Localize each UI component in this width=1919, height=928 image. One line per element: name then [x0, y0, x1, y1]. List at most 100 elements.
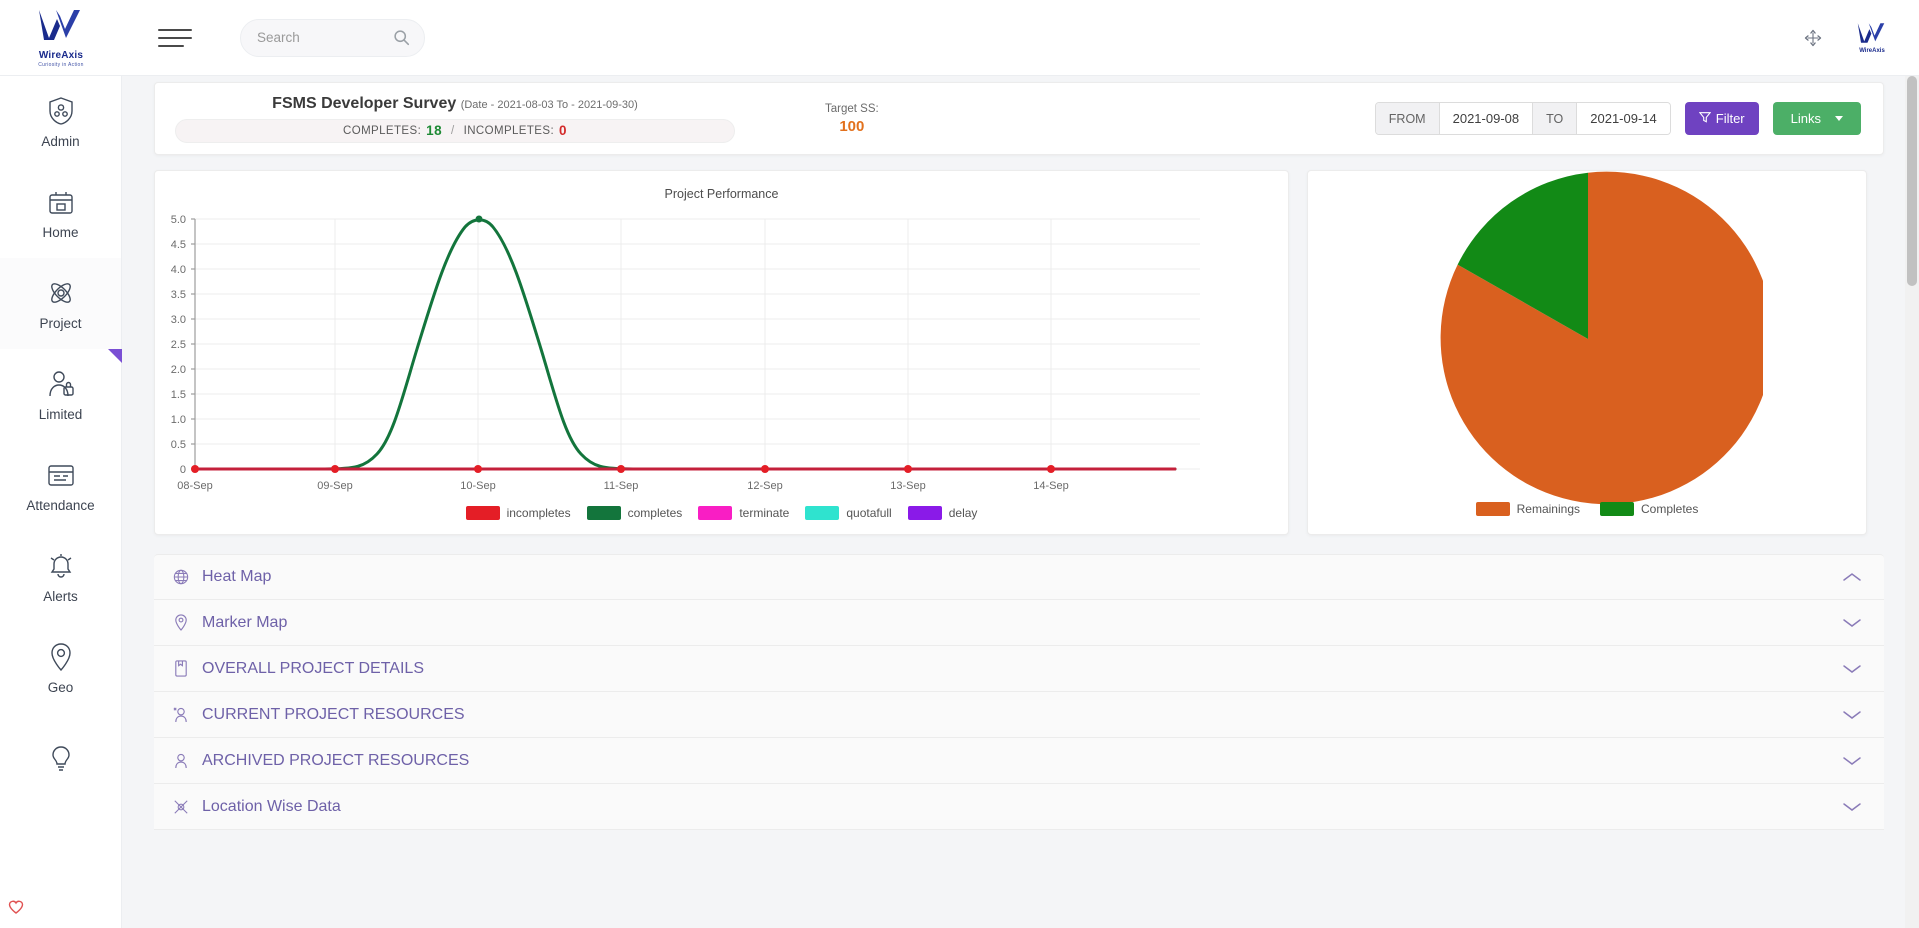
- sections-accordion: Heat Map Marker Map: [154, 554, 1884, 830]
- sidebar-item-home[interactable]: Home: [0, 167, 121, 258]
- completes-value: 18: [426, 123, 442, 138]
- sidebar-item-label: Attendance: [26, 498, 94, 513]
- completes-label: COMPLETES:: [343, 125, 421, 137]
- globe-icon: [172, 569, 190, 585]
- wireaxis-w-icon: [36, 8, 86, 42]
- from-date-input[interactable]: 2021-09-08: [1440, 103, 1534, 134]
- menu-toggle-button[interactable]: [158, 25, 192, 51]
- legend-item-remainings[interactable]: Remainings: [1476, 502, 1580, 516]
- svg-text:4.5: 4.5: [171, 239, 186, 251]
- accordion-item-label: OVERALL PROJECT DETAILS: [202, 660, 424, 678]
- svg-text:4.0: 4.0: [171, 264, 186, 276]
- accordion-item-archived-project-resources[interactable]: ARCHIVED PROJECT RESOURCES: [154, 738, 1884, 784]
- legend-swatch-icon: [698, 506, 732, 520]
- chevron-down-icon[interactable]: [1842, 755, 1862, 767]
- incompletes-label: INCOMPLETES:: [464, 125, 554, 137]
- sidebar-item-limited[interactable]: Limited: [0, 349, 121, 440]
- sidebar-item-admin[interactable]: Admin: [0, 76, 121, 167]
- document-icon: [172, 660, 190, 677]
- sidebar-item-alerts[interactable]: Alerts: [0, 531, 121, 622]
- chevron-down-icon[interactable]: [1842, 709, 1862, 721]
- lamp-icon: [49, 743, 73, 775]
- legend-item-quotafull[interactable]: quotafull: [805, 506, 891, 520]
- line-chart-svg: 5.04.5 4.03.5 3.02.5 2.01.5 1.00.5 0: [155, 199, 1290, 499]
- svg-text:0: 0: [180, 464, 186, 476]
- incompletes-value: 0: [559, 123, 567, 138]
- sidebar-item-label: Geo: [48, 680, 74, 695]
- counts-separator: /: [451, 125, 455, 137]
- svg-text:2.5: 2.5: [171, 339, 186, 351]
- legend-item-completes[interactable]: Completes: [1600, 502, 1698, 516]
- target-ss-label: Target SS:: [825, 103, 879, 115]
- filter-button[interactable]: Filter: [1685, 102, 1759, 135]
- links-button-label: Links: [1791, 111, 1821, 126]
- user-icon: [172, 752, 190, 769]
- accordion-item-marker-map[interactable]: Marker Map: [154, 600, 1884, 646]
- sidebar-item-label: Limited: [39, 407, 83, 422]
- legend-label: Remainings: [1517, 502, 1580, 516]
- accordion-item-label: CURRENT PROJECT RESOURCES: [202, 706, 465, 724]
- page-scrollbar[interactable]: [1905, 76, 1919, 928]
- svg-text:0.5: 0.5: [171, 439, 186, 451]
- chevron-up-icon[interactable]: [1842, 571, 1862, 583]
- expand-fullscreen-icon[interactable]: [1803, 28, 1823, 48]
- sidebar-item-attendance[interactable]: Attendance: [0, 440, 121, 531]
- completes-point: [476, 216, 483, 223]
- legend-item-terminate[interactable]: terminate: [698, 506, 789, 520]
- svg-text:08-Sep: 08-Sep: [177, 480, 212, 492]
- hamburger-bar: [158, 37, 192, 39]
- search-box[interactable]: [240, 19, 425, 57]
- sidebar-item-geo[interactable]: Geo: [0, 622, 121, 713]
- logo-tagline: Curiosity in Action: [38, 62, 83, 68]
- sidebar-item-survey[interactable]: [0, 713, 121, 804]
- legend-swatch-icon: [1600, 502, 1634, 516]
- legend-swatch-icon: [587, 506, 621, 520]
- user-lock-icon: [47, 368, 75, 400]
- date-range-picker[interactable]: FROM 2021-09-08 TO 2021-09-14: [1375, 102, 1671, 135]
- legend-item-completes[interactable]: completes: [587, 506, 683, 520]
- accordion-item-current-project-resources[interactable]: CURRENT PROJECT RESOURCES: [154, 692, 1884, 738]
- legend-label: quotafull: [846, 506, 891, 520]
- accordion-item-label: Location Wise Data: [202, 798, 341, 816]
- accordion-item-overall-project-details[interactable]: OVERALL PROJECT DETAILS: [154, 646, 1884, 692]
- project-date-range: (Date - 2021-08-03 To - 2021-09-30): [461, 99, 638, 111]
- chevron-down-icon[interactable]: [1842, 663, 1862, 675]
- map-pin-icon: [49, 641, 73, 673]
- chevron-down-icon[interactable]: [1842, 801, 1862, 813]
- logo-name: WireAxis: [39, 50, 83, 61]
- links-dropdown-button[interactable]: Links: [1773, 102, 1861, 135]
- hamburger-bar: [158, 29, 192, 31]
- page-title: FSMS Developer Survey (Date - 2021-08-03…: [272, 95, 638, 113]
- accordion-item-location-wise-data[interactable]: Location Wise Data: [154, 784, 1884, 830]
- accordion-item-heat-map[interactable]: Heat Map: [154, 554, 1884, 600]
- legend-item-delay[interactable]: delay: [908, 506, 978, 520]
- user-brand-avatar[interactable]: WireAxis: [1855, 22, 1889, 54]
- sidebar-item-project[interactable]: Project: [0, 258, 121, 349]
- filter-controls: FROM 2021-09-08 TO 2021-09-14 Filter Lin…: [1375, 102, 1883, 135]
- legend-label: terminate: [739, 506, 789, 520]
- legend-swatch-icon: [466, 506, 500, 520]
- legend-label: completes: [628, 506, 683, 520]
- sidebar-item-label: Admin: [41, 134, 79, 149]
- search-icon[interactable]: [393, 29, 410, 46]
- project-atom-icon: [46, 277, 76, 309]
- chevron-down-icon[interactable]: [1842, 617, 1862, 629]
- svg-text:13-Sep: 13-Sep: [890, 480, 925, 492]
- scrollbar-thumb[interactable]: [1907, 76, 1917, 286]
- legend-swatch-icon: [908, 506, 942, 520]
- topbar-right-actions: WireAxis: [1803, 22, 1919, 54]
- logo-mark-icon: [36, 8, 86, 48]
- svg-text:2.0: 2.0: [171, 364, 186, 376]
- legend-item-incompletes[interactable]: incompletes: [466, 506, 571, 520]
- to-date-input[interactable]: 2021-09-14: [1577, 103, 1670, 134]
- chevron-down-icon: [1835, 116, 1843, 121]
- from-label: FROM: [1376, 103, 1440, 134]
- search-input[interactable]: [255, 29, 385, 46]
- legend-swatch-icon: [1476, 502, 1510, 516]
- calendar-icon: [46, 459, 76, 491]
- hamburger-bar: [158, 45, 184, 47]
- app-logo[interactable]: WireAxis Curiosity in Action: [0, 0, 122, 76]
- line-chart-plot: 5.04.5 4.03.5 3.02.5 2.01.5 1.00.5 0: [155, 199, 1290, 499]
- top-navigation-bar: WireAxis Curiosity in Action: [0, 0, 1919, 76]
- target-ss-block: Target SS: 100: [825, 103, 879, 135]
